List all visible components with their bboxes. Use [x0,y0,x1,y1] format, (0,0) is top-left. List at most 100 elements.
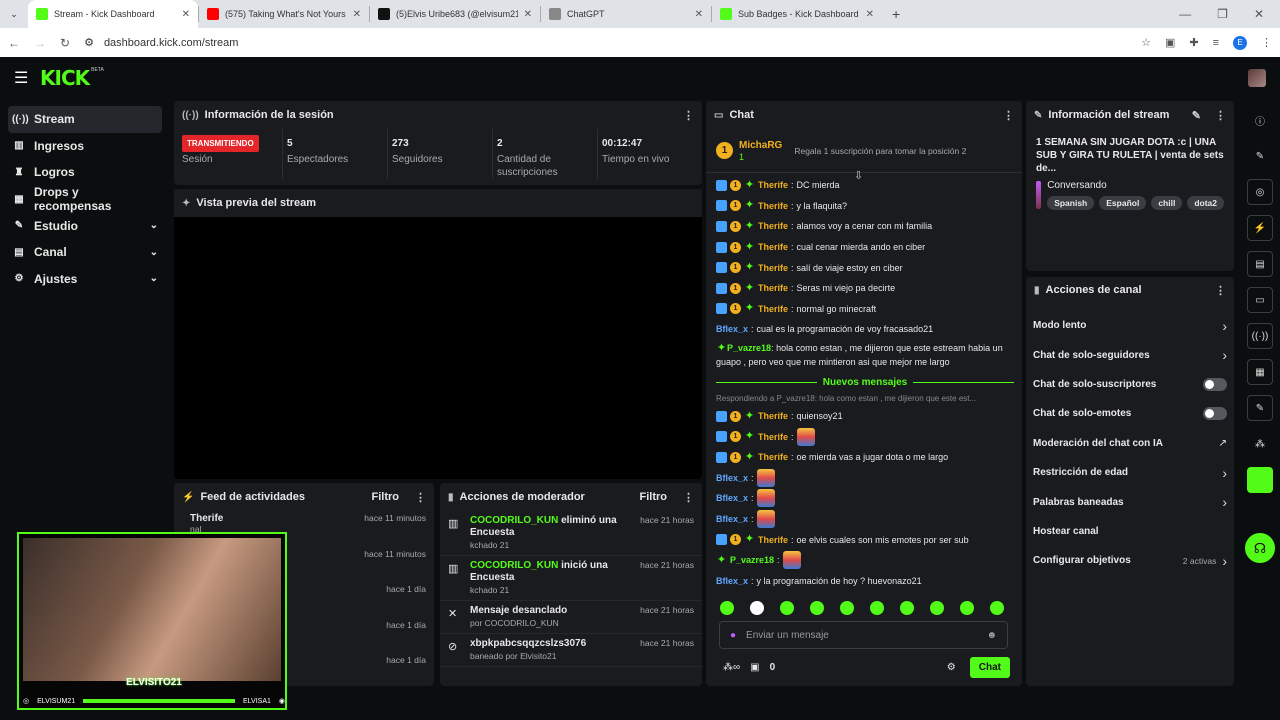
wrench-icon[interactable]: ✎ [1247,395,1273,421]
channel-action-hostear-canal[interactable]: Hostear canal [1026,517,1234,546]
reload-icon[interactable]: ↻ [60,36,70,50]
chat-username[interactable]: Bflex_x [716,574,748,588]
profile-avatar[interactable]: E [1233,35,1247,50]
menu-kebab-icon[interactable]: ⋮ [1261,36,1272,49]
bookmark-star-icon[interactable]: ☆ [1141,36,1151,49]
site-info-icon[interactable]: ⚙ [84,36,94,49]
chat-settings-icon[interactable]: ⚙ [947,662,956,673]
sidebar-item-stream[interactable]: ((·)) Stream [8,106,162,133]
browser-tab[interactable]: (5)Elvis Uribe683 (@elvisum21) ✕ [370,0,540,28]
quick-emote[interactable] [750,601,764,615]
tab-close-icon[interactable]: ✕ [353,9,361,20]
extension-icon[interactable]: ▣ [1165,36,1175,49]
media-icon[interactable]: ≡ [1213,37,1219,49]
hamburger-menu-icon[interactable]: ☰ [14,68,40,88]
gift-cta-text[interactable]: Regala 1 suscripción para tomar la posic… [794,146,966,156]
mod-user[interactable]: COCODRILO_KUN [470,515,558,526]
chat-username[interactable]: Therife [758,533,788,547]
kick-app-icon[interactable] [1247,467,1273,493]
tab-close-icon[interactable]: ✕ [524,9,532,20]
camera-icon[interactable]: ◎ [1247,179,1273,205]
channel-action-configurar-objetivos[interactable]: Configurar objetivos 2 activas › [1026,546,1234,575]
chevron-right-icon[interactable]: › [1222,318,1227,334]
channel-action-chat-de-solo-suscriptores[interactable]: Chat de solo-suscriptores [1026,370,1234,399]
quick-emote[interactable] [840,601,854,615]
quick-emote[interactable] [870,601,884,615]
quick-emote[interactable] [930,601,944,615]
category-thumbnail[interactable] [1036,181,1042,209]
edit-layout-icon[interactable]: ✎ [1247,143,1273,169]
channel-action-palabras-baneadas[interactable]: Palabras baneadas › [1026,487,1234,516]
puzzle-icon[interactable]: ✚ [1189,36,1198,49]
edit-icon[interactable]: ✎ [1192,109,1201,122]
chat-username[interactable]: Therife [758,409,788,423]
channel-action-restricci-n-de-edad[interactable]: Restricción de edad › [1026,458,1234,487]
notes-icon[interactable]: ▤ [1247,251,1273,277]
emote-picker-icon[interactable]: ☻ [986,630,997,641]
category-name[interactable]: Conversando [1047,180,1224,191]
filter-button[interactable]: Filtro [372,491,400,503]
stream-tag[interactable]: chill [1151,196,1183,210]
chat-icon[interactable]: ▭ [1247,287,1273,313]
channel-action-moderaci-n-del-chat-con-ia[interactable]: Moderación del chat con IA ↗ [1026,429,1234,458]
sidebar-item-canal[interactable]: ▤ Canal ⌄ [8,239,162,266]
chat-username[interactable]: Bflex_x [716,471,748,485]
quick-emote[interactable] [990,601,1004,615]
browser-tab[interactable]: ChatGPT ✕ [541,0,711,28]
stream-tag[interactable]: Spanish [1047,196,1095,210]
more-options-icon[interactable]: ⋮ [1003,109,1014,122]
back-icon[interactable]: ← [8,36,20,50]
info-icon[interactable]: ⓘ [1247,107,1273,133]
chat-username[interactable]: Therife [758,450,788,464]
toggle-switch[interactable] [1203,407,1227,421]
chat-username[interactable]: Therife [758,178,788,192]
tab-close-icon[interactable]: ✕ [866,9,874,20]
leader-name[interactable]: MichaRG [739,140,782,152]
chevron-right-icon[interactable]: › [1222,465,1227,481]
chat-username[interactable]: Bflex_x [716,491,748,505]
stream-tag[interactable]: Español [1099,196,1147,210]
chevron-down-icon[interactable]: ⌄ [150,273,158,284]
sidebar-item-drops[interactable]: ▦ Drops y recompensas [8,185,162,213]
sidebar-item-ingresos[interactable]: ▥ Ingresos [8,133,162,160]
bolt-icon[interactable]: ⚡ [1247,215,1273,241]
forward-icon[interactable]: → [34,36,46,50]
support-headset-icon[interactable]: ☊ [1245,533,1275,563]
chat-username[interactable]: Therife [758,430,788,444]
quick-emote[interactable] [900,601,914,615]
browser-tab[interactable]: Sub Badges - Kick Dashboard ✕ [712,0,882,28]
channel-action-chat-de-solo-emotes[interactable]: Chat de solo-emotes [1026,399,1234,428]
stream-tag[interactable]: dota2 [1187,196,1224,210]
chat-username[interactable]: Therife [758,219,788,233]
toggle-switch[interactable] [1203,377,1227,391]
more-options-icon[interactable]: ⋮ [1215,109,1226,122]
close-window-button[interactable]: ✕ [1254,7,1264,21]
browser-tab[interactable]: (575) Taking What's Not Yours ✕ [199,0,369,28]
quick-emote[interactable] [960,601,974,615]
chat-username[interactable]: Therife [758,261,788,275]
more-options-icon[interactable]: ⋮ [683,491,694,504]
chat-username[interactable]: Therife [758,302,788,316]
chat-username[interactable]: Therife [758,199,788,213]
quick-emote[interactable] [810,601,824,615]
kick-logo[interactable]: KICK [40,66,90,90]
points-icon[interactable]: ⁂∞ [723,662,740,673]
more-options-icon[interactable]: ⋮ [415,491,426,504]
maximize-button[interactable]: ❐ [1217,7,1228,21]
tab-search-button[interactable]: ⌄ [0,0,28,28]
more-options-icon[interactable]: ⋮ [1215,284,1226,297]
chat-username[interactable]: Bflex_x [716,322,748,336]
chevron-down-icon[interactable]: ⌄ [150,247,158,258]
feed-user[interactable]: Therife [190,513,364,524]
quick-emote[interactable] [720,601,734,615]
chat-username[interactable]: Therife [758,281,788,295]
sidebar-item-logros[interactable]: ♜ Logros [8,159,162,186]
tab-close-icon[interactable]: ✕ [182,9,190,20]
sidebar-item-estudio[interactable]: ✎ Estudio ⌄ [8,212,162,239]
broadcast-icon[interactable]: ((·)) [1247,323,1273,349]
chat-username[interactable]: Bflex_x [716,512,748,526]
gift-icon[interactable]: ▣ [750,662,759,673]
user-avatar[interactable] [1248,69,1266,87]
chevron-right-icon[interactable]: › [1222,494,1227,510]
new-tab-button[interactable]: + [882,6,910,22]
